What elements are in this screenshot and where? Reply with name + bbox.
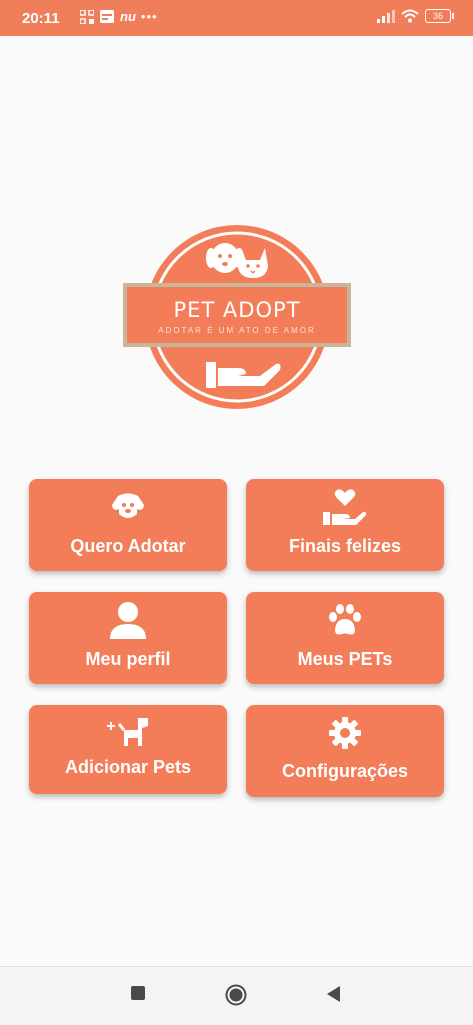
system-nav-bar — [0, 966, 473, 1025]
finais-felizes-button[interactable]: Finais felizes — [246, 479, 444, 571]
meu-perfil-button[interactable]: Meu perfil — [29, 592, 227, 684]
quero-adotar-button[interactable]: Quero Adotar — [29, 479, 227, 571]
system-icons: 36 — [377, 9, 454, 23]
battery-icon: 36 — [425, 9, 454, 23]
logo-tagline: ADOTAR É UM ATO DE AMOR — [158, 326, 316, 335]
wifi-icon — [401, 9, 419, 23]
meus-pets-button[interactable]: Meus PETs — [246, 592, 444, 684]
configuracoes-label: Configurações — [281, 761, 409, 781]
logo-title: PET ADOPT — [173, 298, 301, 322]
more-notifications-icon: ••• — [140, 9, 158, 24]
quero-adotar-label: Quero Adotar — [70, 536, 186, 556]
home-button[interactable] — [225, 984, 247, 1006]
finais-felizes-label: Finais felizes — [288, 536, 402, 556]
adicionar-pets-label: Adicionar Pets — [64, 757, 192, 777]
heart-hand-icon — [323, 489, 367, 525]
qr-icon — [80, 9, 94, 24]
add-dog-icon — [107, 718, 148, 746]
back-button[interactable] — [325, 985, 341, 1003]
configuracoes-button[interactable]: Configurações — [246, 705, 444, 797]
user-icon — [110, 602, 146, 639]
signal-icon — [377, 9, 395, 23]
recent-apps-button[interactable] — [130, 985, 146, 1001]
notification-icons: nu ••• — [80, 9, 158, 24]
calendar-icon — [100, 10, 114, 23]
gear-icon — [329, 717, 361, 749]
nubank-icon: nu — [120, 9, 136, 24]
adicionar-pets-button[interactable]: Adicionar Pets — [29, 705, 227, 794]
dog-face-icon — [112, 493, 144, 518]
meus-pets-label: Meus PETs — [297, 649, 393, 669]
status-bar: 20:11 nu ••• 36 — [0, 0, 473, 36]
meu-perfil-label: Meu perfil — [85, 649, 171, 669]
paw-icon — [329, 604, 361, 635]
app-logo: PET ADOPT ADOTAR É UM ATO DE AMOR — [120, 222, 354, 412]
status-time: 20:11 — [22, 10, 60, 27]
